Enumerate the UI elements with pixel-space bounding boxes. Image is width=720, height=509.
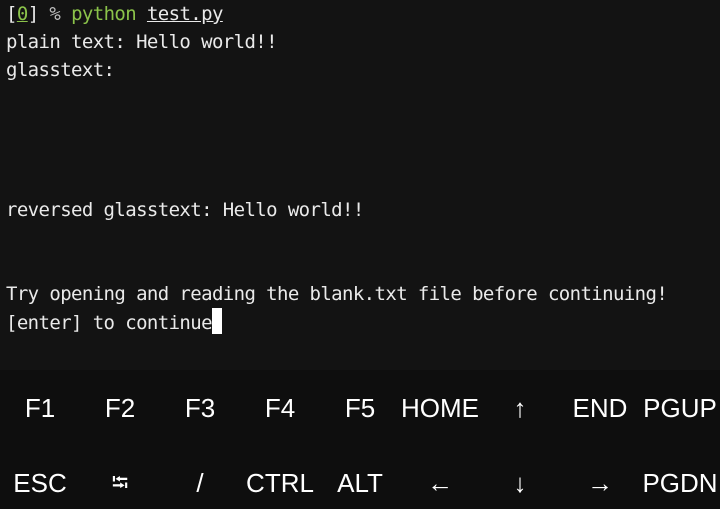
key-end[interactable]: END: [560, 380, 640, 436]
key-pgup[interactable]: PGUP: [640, 380, 720, 436]
prompt-command: python: [71, 3, 137, 25]
arrow-down-icon[interactable]: ↓: [480, 455, 560, 509]
key-f4[interactable]: F4: [240, 380, 320, 436]
output-line-glasstext: glasstext:: [6, 59, 115, 81]
command-prompt-line: [0] % python test.py: [6, 0, 223, 28]
prompt-exit-status: 0: [16, 3, 28, 25]
enter-to-continue-text: [enter] to continue: [6, 312, 213, 334]
input-prompt-line: [enter] to continue: [6, 308, 222, 336]
extra-keys-bar: F1 F2 F3 F4 F5 HOME ↑ END PGUP ESC ⭾ / C…: [0, 370, 720, 509]
key-ctrl[interactable]: CTRL: [240, 455, 320, 509]
output-line-plain-text: plain text: Hello world!!: [6, 31, 278, 53]
key-f1[interactable]: F1: [0, 380, 80, 436]
key-f3[interactable]: F3: [160, 380, 240, 436]
key-esc[interactable]: ESC: [0, 455, 80, 509]
terminal-app: [0] % python test.py plain text: Hello w…: [0, 0, 720, 509]
key-pgdn[interactable]: PGDN: [640, 455, 720, 509]
key-f2[interactable]: F2: [80, 380, 160, 436]
arrow-up-icon[interactable]: ↑: [480, 380, 560, 436]
output-line-reversed-glasstext: reversed glasstext: Hello world!!: [6, 199, 364, 221]
arrow-left-icon[interactable]: ←: [400, 455, 480, 509]
key-alt[interactable]: ALT: [320, 455, 400, 509]
tab-icon[interactable]: ⭾: [80, 455, 160, 509]
prompt-bracket-close: ]: [27, 3, 39, 25]
arrow-right-icon[interactable]: →: [560, 455, 640, 509]
prompt-file-argument: test.py: [146, 3, 223, 25]
prompt-bracket-open: [: [6, 3, 17, 25]
key-slash[interactable]: /: [160, 455, 240, 509]
text-cursor: [211, 308, 222, 334]
key-home[interactable]: HOME: [400, 380, 480, 436]
output-line-instruction: Try opening and reading the blank.txt fi…: [6, 283, 668, 305]
terminal-output[interactable]: [0] % python test.py plain text: Hello w…: [0, 0, 720, 370]
prompt-symbol: %: [49, 3, 61, 25]
key-f5[interactable]: F5: [320, 380, 400, 436]
